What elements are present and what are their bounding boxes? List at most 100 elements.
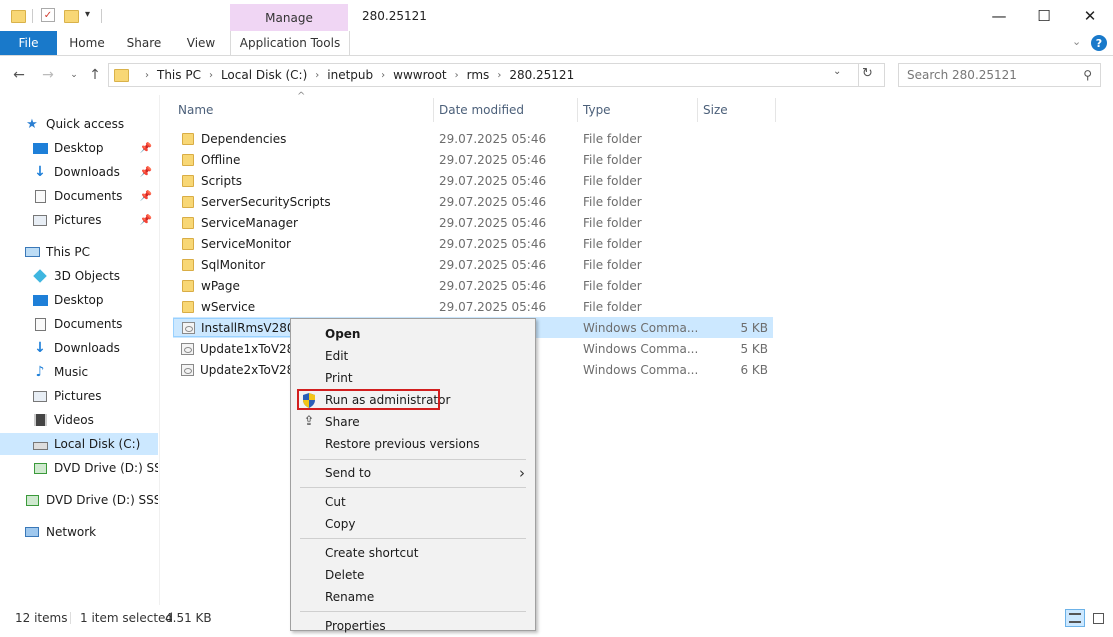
- maximize-button[interactable]: ☐: [1021, 0, 1067, 31]
- menu-item-edit[interactable]: Edit: [291, 345, 535, 367]
- file-row[interactable]: wPage 29.07.2025 05:46 File folder: [173, 275, 773, 296]
- nav-music[interactable]: ♪ Music: [0, 361, 158, 383]
- search-input[interactable]: Search 280.25121: [907, 68, 1017, 82]
- column-header-date[interactable]: Date modified: [439, 98, 524, 122]
- breadcrumb-inetpub[interactable]: inetpub: [327, 68, 373, 82]
- minimize-button[interactable]: —: [976, 0, 1022, 31]
- column-header-type[interactable]: Type: [583, 98, 611, 122]
- close-button[interactable]: ✕: [1067, 0, 1113, 31]
- menu-item-send-to[interactable]: Send to ›: [291, 462, 535, 484]
- menu-item-delete[interactable]: Delete: [291, 564, 535, 586]
- file-row[interactable]: Offline 29.07.2025 05:46 File folder: [173, 149, 773, 170]
- help-icon[interactable]: ?: [1091, 35, 1107, 51]
- file-type: Windows Comma...: [583, 341, 699, 356]
- file-date: 29.07.2025 05:46: [439, 131, 547, 146]
- dvd-icon: [24, 493, 40, 507]
- folder-icon: [182, 153, 194, 166]
- nav-local-disk[interactable]: Local Disk (C:): [0, 433, 158, 455]
- nav-network[interactable]: Network: [0, 521, 158, 543]
- properties-checkmark-icon[interactable]: ✓: [41, 8, 55, 22]
- expand-ribbon-icon[interactable]: ⌄: [1072, 35, 1081, 48]
- breadcrumb-current[interactable]: 280.25121: [509, 68, 574, 82]
- nav-3d-objects[interactable]: 3D Objects: [0, 265, 158, 287]
- search-box[interactable]: Search 280.25121 ⚲: [898, 63, 1101, 87]
- forward-button[interactable]: →: [38, 64, 58, 86]
- file-type: File folder: [583, 152, 642, 167]
- menu-item-restore-previous-versions[interactable]: Restore previous versions: [291, 433, 535, 455]
- file-row[interactable]: wService 29.07.2025 05:46 File folder: [173, 296, 773, 317]
- tab-application-tools[interactable]: Application Tools: [230, 31, 350, 55]
- nav-dvd-drive[interactable]: DVD Drive (D:) SSS_X6: [0, 489, 158, 511]
- large-icons-view-icon[interactable]: [1088, 609, 1108, 627]
- menu-item-copy[interactable]: Copy: [291, 513, 535, 535]
- nav-desktop[interactable]: Desktop: [0, 289, 158, 311]
- nav-pictures-pinned[interactable]: Pictures 📌: [0, 209, 158, 231]
- breadcrumb-this-pc[interactable]: This PC: [157, 68, 201, 82]
- column-divider[interactable]: [433, 98, 434, 122]
- menu-item-label: Share: [325, 415, 360, 429]
- nav-this-pc[interactable]: This PC: [0, 241, 158, 263]
- pictures-icon: [32, 389, 48, 403]
- tab-share[interactable]: Share: [122, 31, 166, 55]
- share-icon: ⇪: [303, 414, 315, 429]
- file-row[interactable]: Scripts 29.07.2025 05:46 File folder: [173, 170, 773, 191]
- file-date: 29.07.2025 05:46: [439, 152, 547, 167]
- ribbon-tabs: [0, 31, 1113, 56]
- back-button[interactable]: ←: [9, 64, 29, 86]
- nav-downloads[interactable]: ↓ Downloads: [0, 337, 158, 359]
- menu-item-share[interactable]: ⇪ Share: [291, 411, 535, 433]
- network-icon: [24, 525, 40, 539]
- breadcrumb-wwwroot[interactable]: wwwroot: [393, 68, 447, 82]
- menu-item-properties[interactable]: Properties: [291, 615, 535, 637]
- file-row[interactable]: ServiceManager 29.07.2025 05:46 File fol…: [173, 212, 773, 233]
- folder-icon: [182, 195, 194, 208]
- file-name: InstallRmsV280: [201, 320, 295, 335]
- nav-pane-divider: [159, 95, 160, 605]
- menu-item-create-shortcut[interactable]: Create shortcut: [291, 542, 535, 564]
- folder-icon: [182, 216, 194, 229]
- nav-label: Videos: [54, 413, 94, 427]
- file-row[interactable]: ServiceMonitor 29.07.2025 05:46 File fol…: [173, 233, 773, 254]
- column-divider[interactable]: [697, 98, 698, 122]
- file-row[interactable]: SqlMonitor 29.07.2025 05:46 File folder: [173, 254, 773, 275]
- pin-icon: 📌: [139, 166, 152, 178]
- column-divider[interactable]: [577, 98, 578, 122]
- column-header-name[interactable]: Name: [178, 98, 213, 122]
- cmd-file-icon: [182, 321, 195, 334]
- nav-downloads-pinned[interactable]: ↓ Downloads 📌: [0, 161, 158, 183]
- tab-file[interactable]: File: [0, 31, 57, 55]
- column-header-size[interactable]: Size: [703, 98, 728, 122]
- nav-label: Pictures: [54, 213, 102, 227]
- nav-quick-access[interactable]: ★ Quick access: [0, 113, 182, 135]
- pin-icon: 📌: [139, 142, 152, 154]
- menu-item-cut[interactable]: Cut: [291, 491, 535, 513]
- download-icon: ↓: [34, 164, 46, 180]
- breadcrumb-local-disk[interactable]: Local Disk (C:): [221, 68, 307, 82]
- file-row[interactable]: Dependencies 29.07.2025 05:46 File folde…: [173, 128, 773, 149]
- nav-pictures[interactable]: Pictures: [0, 385, 158, 407]
- details-view-icon[interactable]: [1065, 609, 1085, 627]
- menu-item-rename[interactable]: Rename: [291, 586, 535, 608]
- recent-locations-icon[interactable]: ⌄: [64, 64, 84, 86]
- up-button[interactable]: ↑: [85, 64, 105, 86]
- address-dropdown-icon[interactable]: ⌄: [833, 66, 841, 77]
- tab-manage[interactable]: Manage: [230, 4, 348, 32]
- menu-item-print[interactable]: Print: [291, 367, 535, 389]
- nav-label: This PC: [46, 245, 90, 259]
- breadcrumb-rms[interactable]: rms: [467, 68, 490, 82]
- nav-documents[interactable]: Documents: [0, 313, 158, 335]
- file-name: wPage: [201, 278, 240, 293]
- nav-desktop-pinned[interactable]: Desktop 📌: [0, 137, 158, 159]
- column-divider[interactable]: [775, 98, 776, 122]
- customize-toolbar-icon[interactable]: ▾: [85, 9, 90, 20]
- menu-item-open[interactable]: Open: [291, 323, 535, 345]
- nav-documents-pinned[interactable]: Documents 📌: [0, 185, 158, 207]
- refresh-icon[interactable]: ↻: [862, 66, 873, 81]
- file-row[interactable]: ServerSecurityScripts 29.07.2025 05:46 F…: [173, 191, 773, 212]
- tab-home[interactable]: Home: [65, 31, 109, 55]
- address-bar[interactable]: › This PC › Local Disk (C:) › inetpub › …: [108, 63, 885, 87]
- new-folder-icon[interactable]: [64, 10, 79, 23]
- tab-view[interactable]: View: [180, 31, 222, 55]
- nav-videos[interactable]: Videos: [0, 409, 158, 431]
- nav-dvd-drive-sub[interactable]: DVD Drive (D:) SSS_X: [0, 457, 158, 479]
